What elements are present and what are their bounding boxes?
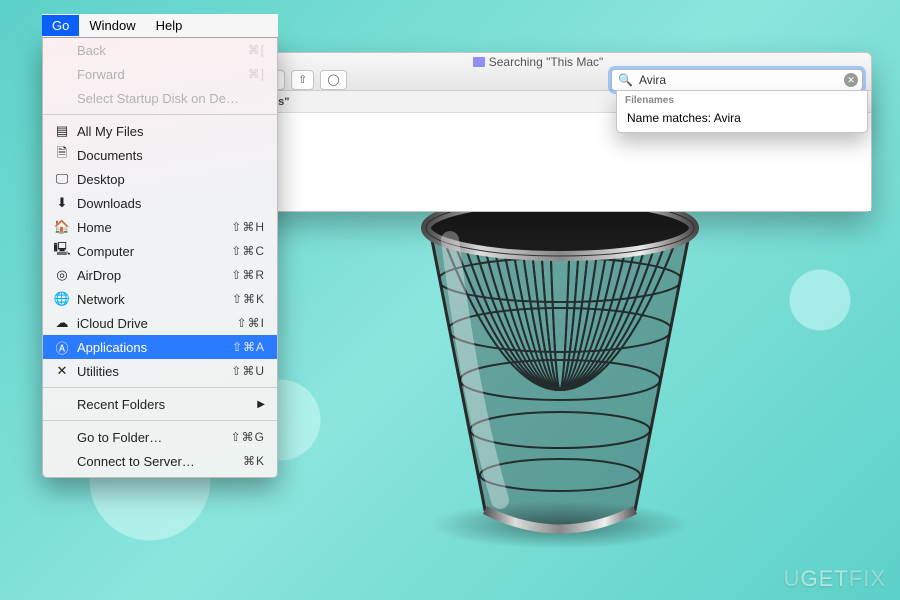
finder-toolbar: ‹ › ✻ ▾ ⇧ ◯ 🔍 ✕	[213, 69, 863, 91]
watermark-fix: FIX	[849, 566, 886, 591]
menu-airdrop[interactable]: ◎ AirDrop ⇧⌘R	[43, 263, 277, 287]
menu-back: Back ⌘[	[43, 38, 277, 62]
documents-icon: 🗎	[53, 147, 71, 163]
spacer-icon	[53, 453, 71, 469]
menu-recent-folders[interactable]: Recent Folders ▶	[43, 392, 277, 416]
menu-goto-shortcut: ⇧⌘G	[231, 430, 265, 444]
menu-icloud-label: iCloud Drive	[77, 316, 237, 331]
menu-utilities[interactable]: ✕ Utilities ⇧⌘U	[43, 359, 277, 383]
finder-titlebar: Searching "This Mac" ‹ › ✻ ▾ ⇧ ◯ 🔍 ✕	[205, 53, 871, 91]
utilities-icon: ✕	[53, 363, 71, 379]
menu-startup-label: Select Startup Disk on De…	[77, 91, 265, 106]
menu-go[interactable]: Go	[42, 15, 79, 36]
menu-downloads-label: Downloads	[77, 196, 265, 211]
share-button[interactable]: ⇧	[291, 70, 314, 90]
spacer-icon	[53, 396, 71, 412]
menu-startup-disk: Select Startup Disk on De…	[43, 86, 277, 110]
airdrop-icon: ◎	[53, 267, 71, 283]
watermark: UGETFIX	[784, 566, 886, 592]
menu-applications[interactable]: Ⓐ Applications ⇧⌘A	[43, 335, 277, 359]
menu-computer[interactable]: 🖳 Computer ⇧⌘C	[43, 239, 277, 263]
clear-search-button[interactable]: ✕	[844, 73, 858, 87]
menu-computer-shortcut: ⇧⌘C	[231, 244, 265, 258]
menu-separator	[43, 114, 277, 115]
menu-icloud-shortcut: ⇧⌘I	[237, 316, 265, 330]
menu-airdrop-shortcut: ⇧⌘R	[231, 268, 265, 282]
menu-go-to-folder[interactable]: Go to Folder… ⇧⌘G	[43, 425, 277, 449]
menu-forward-shortcut: ⌘]	[248, 67, 265, 81]
icloud-icon: ☁	[53, 315, 71, 331]
menu-documents[interactable]: 🗎 Documents	[43, 143, 277, 167]
menu-allfiles-label: All My Files	[77, 124, 265, 139]
tags-button[interactable]: ◯	[320, 70, 346, 90]
menu-computer-label: Computer	[77, 244, 231, 259]
go-menu-dropdown: Back ⌘[ Forward ⌘] Select Startup Disk o…	[42, 37, 278, 478]
menu-network[interactable]: 🌐 Network ⇧⌘K	[43, 287, 277, 311]
spacer-icon	[53, 42, 71, 58]
menu-desktop-label: Desktop	[77, 172, 265, 187]
watermark-u: U	[784, 566, 801, 591]
menubar: Go Window Help	[42, 14, 278, 37]
menu-downloads[interactable]: ⬇ Downloads	[43, 191, 277, 215]
menu-home[interactable]: 🏠 Home ⇧⌘H	[43, 215, 277, 239]
allfiles-icon: ▤	[53, 123, 71, 139]
watermark-get: GET	[801, 566, 849, 591]
network-icon: 🌐	[53, 291, 71, 307]
menu-goto-label: Go to Folder…	[77, 430, 231, 445]
menu-separator	[43, 420, 277, 421]
menu-all-my-files[interactable]: ▤ All My Files	[43, 119, 277, 143]
menu-airdrop-label: AirDrop	[77, 268, 231, 283]
finder-title: Searching "This Mac"	[205, 55, 871, 69]
search-suggestions: Filenames Name matches: Avira	[616, 90, 868, 133]
menu-network-label: Network	[77, 292, 232, 307]
menu-back-label: Back	[77, 43, 248, 58]
menu-separator	[43, 387, 277, 388]
menu-help[interactable]: Help	[146, 15, 193, 36]
submenu-arrow-icon: ▶	[257, 399, 265, 410]
desktop-icon: 🖵	[53, 171, 71, 187]
menu-home-shortcut: ⇧⌘H	[231, 220, 265, 234]
spacer-icon	[53, 66, 71, 82]
menu-applications-shortcut: ⇧⌘A	[232, 340, 265, 354]
menu-forward: Forward ⌘]	[43, 62, 277, 86]
search-icon: 🔍	[618, 73, 633, 87]
menu-back-shortcut: ⌘[	[248, 43, 265, 57]
folder-icon	[473, 57, 485, 67]
menu-documents-label: Documents	[77, 148, 265, 163]
menu-connect-server[interactable]: Connect to Server… ⌘K	[43, 449, 277, 473]
suggestions-header: Filenames	[617, 91, 867, 108]
menu-utilities-label: Utilities	[77, 364, 231, 379]
computer-icon: 🖳	[53, 243, 71, 259]
menu-network-shortcut: ⇧⌘K	[232, 292, 265, 306]
downloads-icon: ⬇	[53, 195, 71, 211]
menu-recent-label: Recent Folders	[77, 397, 257, 412]
menu-applications-label: Applications	[77, 340, 232, 355]
finder-title-text: Searching "This Mac"	[489, 55, 604, 69]
menu-forward-label: Forward	[77, 67, 248, 82]
menu-connect-label: Connect to Server…	[77, 454, 243, 469]
applications-icon: Ⓐ	[53, 339, 71, 355]
menu-home-label: Home	[77, 220, 231, 235]
spacer-icon	[53, 429, 71, 445]
search-field[interactable]: 🔍 ✕	[611, 69, 863, 91]
suggestion-item[interactable]: Name matches: Avira	[617, 108, 867, 128]
search-input[interactable]	[637, 72, 844, 88]
menu-desktop[interactable]: 🖵 Desktop	[43, 167, 277, 191]
menu-utilities-shortcut: ⇧⌘U	[231, 364, 265, 378]
spacer-icon	[53, 90, 71, 106]
menu-connect-shortcut: ⌘K	[243, 454, 265, 468]
home-icon: 🏠	[53, 219, 71, 235]
menu-icloud[interactable]: ☁ iCloud Drive ⇧⌘I	[43, 311, 277, 335]
menu-window[interactable]: Window	[79, 15, 145, 36]
